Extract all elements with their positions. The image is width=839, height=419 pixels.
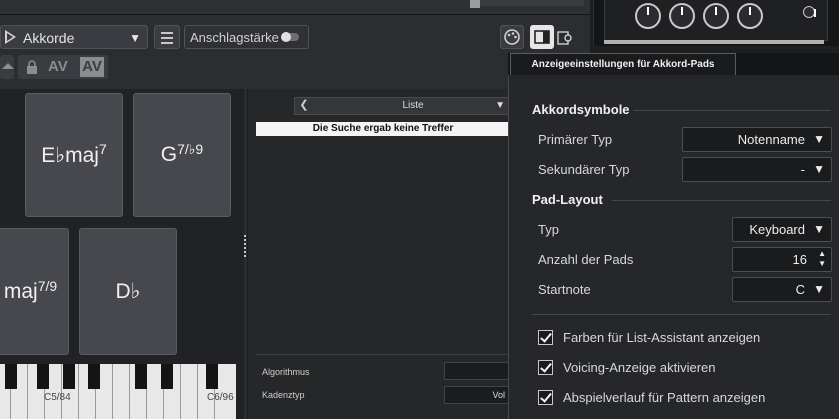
layout-type-value: Keyboard: [749, 222, 805, 237]
chord-mode-label: Akkorde: [23, 30, 75, 46]
chevron-down-icon: ▼: [813, 132, 825, 146]
chevron-down-icon: ▼: [813, 222, 825, 236]
chord-pad[interactable]: G 7/♭9: [133, 93, 231, 217]
chevron-left-icon[interactable]: ❮: [295, 98, 313, 114]
cadence-field[interactable]: Vol: [444, 386, 510, 404]
pad-chord-root: D♭: [115, 280, 141, 303]
start-note-value: C: [795, 282, 805, 297]
option-label: Abspielverlauf für Pattern anzeigen: [563, 390, 766, 405]
chord-pad[interactable]: D♭: [79, 228, 177, 355]
zoom-slider[interactable]: [480, 0, 584, 6]
toggle-switch-icon[interactable]: [281, 32, 299, 42]
divider: [532, 314, 831, 315]
layout-type-label: Typ: [538, 222, 559, 237]
pad-chord-root: G: [160, 143, 178, 166]
primary-type-select[interactable]: Notenname ▼: [682, 127, 832, 152]
algorithm-field[interactable]: [444, 362, 510, 380]
spin-up-icon[interactable]: ▲: [818, 249, 826, 258]
knob-icon[interactable]: [635, 3, 661, 29]
velocity-toggle[interactable]: Anschlagstärke: [184, 25, 309, 49]
play-icon: [5, 30, 16, 44]
chevron-down-icon: ▼: [813, 282, 825, 296]
pad-count-label: Anzahl der Pads: [538, 252, 634, 267]
layout-panel-button[interactable]: [530, 25, 554, 49]
zoom-slider-thumb[interactable]: [470, 0, 480, 8]
checkbox-pattern-playback[interactable]: [538, 390, 553, 405]
start-note-label: Startnote: [538, 282, 591, 297]
instrument-panel: [593, 0, 839, 46]
algorithm-label: Algorithmus: [262, 367, 310, 377]
av-button[interactable]: AV: [48, 58, 68, 75]
arrow-up-icon: [2, 63, 14, 69]
start-note-select[interactable]: C ▼: [732, 277, 832, 302]
knob-icon[interactable]: [669, 3, 695, 29]
option-label: Voicing-Anzeige aktivieren: [563, 360, 716, 375]
secondary-type-select[interactable]: - ▼: [682, 157, 832, 182]
primary-type-label: Primärer Typ: [538, 132, 613, 147]
instrument-bar: [604, 40, 824, 44]
chord-symbols-header: Akkordsymbole: [532, 102, 630, 117]
panel-icon: [534, 30, 550, 44]
pad-chord-root: E♭maj: [41, 143, 99, 167]
pad-chord-extension: 7/♭9: [177, 140, 204, 157]
secondary-type-value: -: [800, 162, 805, 177]
pad-chord-extension: 7: [98, 141, 107, 157]
chevron-down-icon: ▼: [129, 31, 141, 45]
chord-pad[interactable]: E♭maj 7: [25, 93, 123, 217]
key-label: C6/96: [207, 392, 234, 403]
settings-icon[interactable]: [556, 29, 574, 47]
divider: [633, 110, 831, 111]
lock-icon[interactable]: [26, 60, 38, 74]
list-mode-selector[interactable]: ❮ Liste ▼: [294, 97, 510, 115]
chord-mode-dropdown[interactable]: Akkorde ▼: [0, 25, 148, 49]
mixer-settings-button[interactable]: [154, 25, 180, 49]
chevron-down-icon: ▼: [495, 100, 505, 111]
palette-icon: [504, 29, 520, 45]
pad-count-spinner[interactable]: 16 ▲ ▼: [732, 247, 832, 272]
option-label: Farben für List-Assistant anzeigen: [563, 330, 761, 345]
lock-av-group: AV AV: [18, 55, 108, 79]
spin-down-icon[interactable]: ▼: [818, 259, 826, 268]
primary-type-value: Notenname: [737, 132, 805, 147]
cadence-label: Kadenztyp: [262, 390, 305, 400]
av-active-button[interactable]: AV: [80, 57, 104, 77]
chevron-down-icon: ▼: [813, 162, 825, 176]
no-results-message: Die Suche ergab keine Treffer: [256, 122, 510, 136]
divider: [256, 354, 510, 355]
velocity-label: Anschlagstärke: [190, 30, 279, 45]
pad-count-value: 16: [792, 252, 807, 267]
piano-keyboard[interactable]: C5/84 C6/96: [0, 364, 236, 419]
checkbox-voicing-display[interactable]: [538, 360, 553, 375]
collapse-button[interactable]: [0, 55, 14, 79]
pad-chord-extension: 7/9: [37, 277, 58, 294]
pad-chord-root: maj: [3, 279, 38, 303]
checkbox-list-assistant-colors[interactable]: [538, 330, 553, 345]
key-label: C5/84: [44, 392, 71, 403]
divider: [612, 200, 831, 201]
list-mode-label: Liste: [402, 100, 424, 111]
chord-pad[interactable]: maj 7/9: [0, 228, 69, 355]
knob-icon[interactable]: [803, 6, 816, 18]
pad-layout-header: Pad-Layout: [532, 192, 603, 207]
knob-icon[interactable]: [703, 3, 729, 29]
settings-tab-title[interactable]: Anzeigeeinstellungen für Akkord-Pads: [510, 53, 736, 75]
secondary-type-label: Sekundärer Typ: [538, 162, 630, 177]
palette-button[interactable]: [500, 25, 524, 49]
layout-type-select[interactable]: Keyboard ▼: [732, 217, 832, 242]
knob-icon[interactable]: [737, 3, 763, 29]
